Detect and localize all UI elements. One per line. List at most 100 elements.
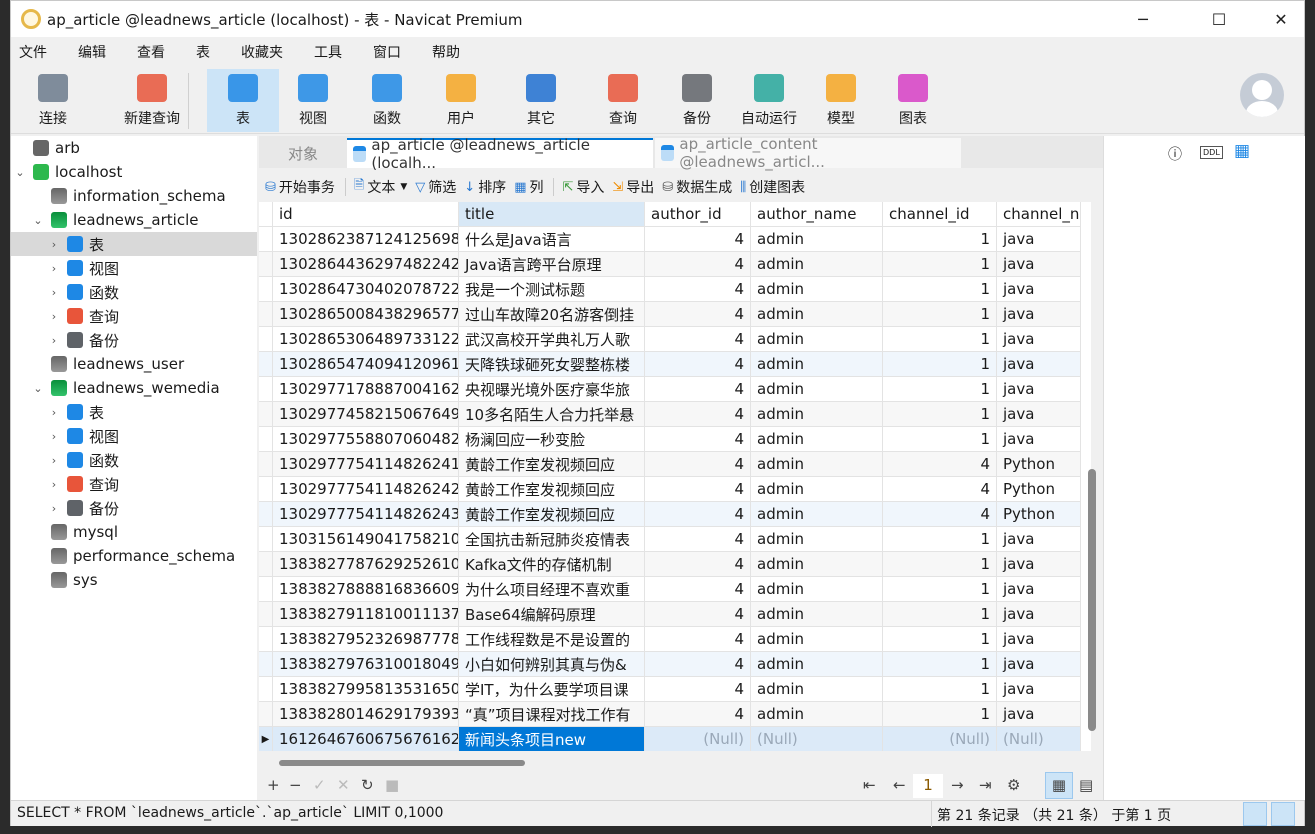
table-row[interactable]: 1302977458215067649 10多名陌生人合力托举悬 4 admin 1 ja… bbox=[259, 402, 1081, 427]
toolbar-user-button[interactable]: 用户 bbox=[425, 69, 497, 132]
column-header-channel_id[interactable]: channel_id bbox=[883, 202, 997, 226]
row-marker[interactable] bbox=[259, 252, 273, 276]
row-marker[interactable] bbox=[259, 452, 273, 476]
cell-author_id[interactable]: 4 bbox=[645, 277, 751, 301]
cell-author_name[interactable]: admin bbox=[751, 577, 883, 601]
tree-item[interactable]: ⌄ leadnews_wemedia bbox=[11, 376, 257, 400]
info-icon[interactable]: ⓘ bbox=[1168, 144, 1182, 164]
table-row[interactable]: 1383827976310018049 小白如何辨别其真与伪& 4 admin 1 jav… bbox=[259, 652, 1081, 677]
cell-title[interactable]: 全国抗击新冠肺炎疫情表 bbox=[459, 527, 645, 551]
cell-id[interactable]: 1302862387124125698 bbox=[273, 227, 459, 251]
tree-item[interactable]: information_schema bbox=[11, 184, 257, 208]
cell-author_name[interactable]: admin bbox=[751, 252, 883, 276]
row-marker[interactable] bbox=[259, 702, 273, 726]
grid-info-icon[interactable]: ▦ bbox=[1234, 141, 1250, 161]
tree-item[interactable]: › 视图 bbox=[11, 424, 257, 448]
cell-title[interactable]: 杨澜回应一秒变脸 bbox=[459, 427, 645, 451]
user-avatar[interactable] bbox=[1240, 73, 1284, 117]
chevron-icon[interactable]: › bbox=[47, 310, 61, 323]
row-marker[interactable] bbox=[259, 527, 273, 551]
menu-item[interactable]: 编辑 bbox=[76, 42, 108, 62]
cell-channel_id[interactable]: 4 bbox=[883, 452, 997, 476]
cell-channel_id[interactable]: (Null) bbox=[883, 727, 997, 751]
cell-title[interactable]: 学IT，为什么要学项目课 bbox=[459, 677, 645, 701]
export-button[interactable]: ⇲ 导出 bbox=[612, 177, 654, 197]
cell-id[interactable]: 1302865306489733122 bbox=[273, 327, 459, 351]
table-row[interactable]: ▶ 1612646760675676162 新闻头条项目new (Null) (Null… bbox=[259, 727, 1081, 751]
cell-id[interactable]: 1383827911810011137 bbox=[273, 602, 459, 626]
cell-id[interactable]: 1302977754114826243 bbox=[273, 502, 459, 526]
row-marker[interactable] bbox=[259, 352, 273, 376]
chevron-icon[interactable]: › bbox=[47, 502, 61, 515]
chevron-icon[interactable]: › bbox=[47, 286, 61, 299]
cell-id[interactable]: 1383827995813531650 bbox=[273, 677, 459, 701]
cell-author_name[interactable]: admin bbox=[751, 452, 883, 476]
tree-item[interactable]: arb bbox=[11, 136, 257, 160]
create-chart-button[interactable]: ⫼ 创建图表 bbox=[740, 177, 805, 197]
cell-author_id[interactable]: 4 bbox=[645, 702, 751, 726]
cell-title[interactable]: 为什么项目经理不喜欢重 bbox=[459, 577, 645, 601]
row-marker[interactable] bbox=[259, 327, 273, 351]
toolbar-new-query-button[interactable]: 新建查询 bbox=[97, 69, 207, 132]
next-page-button[interactable]: → bbox=[951, 776, 964, 794]
cell-channel_id[interactable]: 1 bbox=[883, 277, 997, 301]
table-row[interactable]: 1302977558807060482 杨澜回应一秒变脸 4 admin 1 java bbox=[259, 427, 1081, 452]
cell-id[interactable]: 1383827787629252610 bbox=[273, 552, 459, 576]
begin-transaction-button[interactable]: ⛁ 开始事务 bbox=[265, 177, 335, 197]
cell-title[interactable]: 黄龄工作室发视频回应 bbox=[459, 477, 645, 501]
table-row[interactable]: 1302977754114826243 黄龄工作室发视频回应 4 admin 4 Pyth… bbox=[259, 502, 1081, 527]
tree-item[interactable]: ⌄ localhost bbox=[11, 160, 257, 184]
chevron-icon[interactable]: › bbox=[47, 430, 61, 443]
cell-channel_id[interactable]: 1 bbox=[883, 627, 997, 651]
tree-item[interactable]: › 表 bbox=[11, 232, 257, 256]
row-marker[interactable] bbox=[259, 577, 273, 601]
cell-author_name[interactable]: admin bbox=[751, 702, 883, 726]
refresh-button[interactable]: ↻ bbox=[361, 776, 374, 794]
toolbar-table-button[interactable]: 表 bbox=[207, 69, 279, 132]
settings-icon[interactable]: ⚙ bbox=[1007, 776, 1020, 794]
cell-author_name[interactable]: admin bbox=[751, 377, 883, 401]
cell-author_name[interactable]: admin bbox=[751, 302, 883, 326]
tree-item[interactable]: › 备份 bbox=[11, 328, 257, 352]
generate-data-button[interactable]: ⛁ 数据生成 bbox=[662, 177, 732, 197]
minimize-button[interactable]: ─ bbox=[1120, 1, 1166, 37]
cell-id[interactable]: 1383828014629179393 bbox=[273, 702, 459, 726]
close-button[interactable]: ✕ bbox=[1258, 1, 1304, 37]
cell-author_name[interactable]: admin bbox=[751, 552, 883, 576]
cell-channel_n[interactable]: java bbox=[997, 327, 1081, 351]
table-row[interactable]: 1302977754114826241 黄龄工作室发视频回应 4 admin 4 Pyth… bbox=[259, 452, 1081, 477]
cell-author_name[interactable]: admin bbox=[751, 352, 883, 376]
cell-channel_n[interactable]: java bbox=[997, 277, 1081, 301]
form-view-button[interactable]: ▤ bbox=[1079, 776, 1093, 794]
page-number-input[interactable]: 1 bbox=[913, 774, 943, 798]
cell-channel_id[interactable]: 1 bbox=[883, 677, 997, 701]
cell-title[interactable]: 工作线程数是不是设置的 bbox=[459, 627, 645, 651]
cell-author_id[interactable]: 4 bbox=[645, 227, 751, 251]
menu-item[interactable]: 窗口 bbox=[371, 42, 403, 62]
chevron-icon[interactable]: › bbox=[47, 454, 61, 467]
table-row[interactable]: 1383827787629252610 Kafka文件的存储机制 4 admin 1 ja… bbox=[259, 552, 1081, 577]
last-page-button[interactable]: ⇥ bbox=[979, 776, 992, 794]
cell-author_name[interactable]: admin bbox=[751, 477, 883, 501]
toggle-left-pane-button[interactable] bbox=[1243, 802, 1267, 826]
cell-channel_id[interactable]: 1 bbox=[883, 252, 997, 276]
row-marker[interactable] bbox=[259, 227, 273, 251]
chevron-icon[interactable]: › bbox=[47, 334, 61, 347]
cell-id[interactable]: 1302864730402078722 bbox=[273, 277, 459, 301]
grid-view-button[interactable]: ▦ bbox=[1045, 772, 1073, 799]
cell-title[interactable]: 小白如何辨别其真与伪& bbox=[459, 652, 645, 676]
cell-title[interactable]: “真”项目课程对找工作有 bbox=[459, 702, 645, 726]
cell-author_name[interactable]: (Null) bbox=[751, 727, 883, 751]
cell-id[interactable]: 1383827888816836609 bbox=[273, 577, 459, 601]
cell-channel_id[interactable]: 4 bbox=[883, 502, 997, 526]
cell-title[interactable]: 我是一个测试标题 bbox=[459, 277, 645, 301]
cell-channel_n[interactable]: java bbox=[997, 702, 1081, 726]
cell-channel_id[interactable]: 1 bbox=[883, 552, 997, 576]
menu-item[interactable]: 查看 bbox=[135, 42, 167, 62]
apply-button[interactable]: ✓ bbox=[313, 776, 326, 794]
cell-channel_n[interactable]: java bbox=[997, 252, 1081, 276]
cell-id[interactable]: 1303156149041758210 bbox=[273, 527, 459, 551]
tree-item[interactable]: mysql bbox=[11, 520, 257, 544]
toolbar-chart-button[interactable]: 图表 bbox=[883, 69, 943, 132]
filter-button[interactable]: ▽ 筛选 bbox=[415, 177, 456, 197]
